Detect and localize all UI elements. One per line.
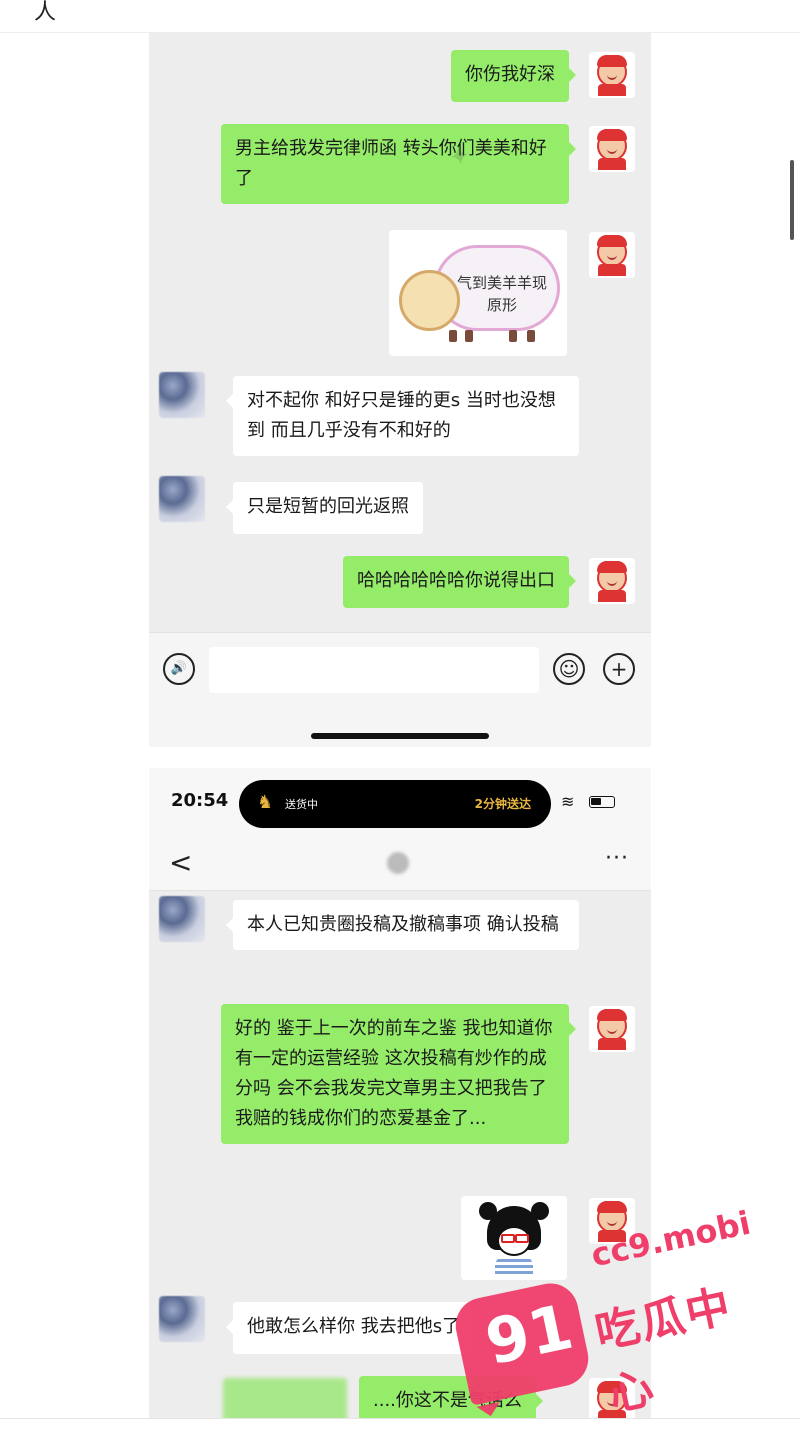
chat-title-avatar	[387, 852, 409, 874]
watermark-url: cc9.mobi	[587, 1203, 754, 1275]
message-text: 他敢怎么样你 我去把他s了	[247, 1316, 461, 1337]
message-text: 男主给我发完律师函 转头你们美美和好了	[235, 138, 547, 189]
top-bar: 人	[0, 0, 800, 33]
my-avatar[interactable]	[589, 52, 635, 98]
message-text: 你伤我好深	[465, 64, 555, 85]
message-text: 好的 鉴于上一次的前车之鉴 我也知道你有一定的运营经验 这次投稿有炒作的成分吗 …	[235, 1018, 553, 1129]
battery-icon	[589, 796, 615, 808]
message-bubble-received[interactable]: 只是短暂的回光返照	[226, 482, 423, 534]
message-bubble-received[interactable]: 本人已知贵圈投稿及撤稿事项 确认投稿	[226, 900, 579, 950]
contact-avatar[interactable]	[159, 1296, 205, 1342]
message-bubble-sent[interactable]: 你伤我好深	[451, 50, 576, 102]
message-text: 本人已知贵圈投稿及撤稿事项 确认投稿	[247, 914, 559, 935]
divider	[0, 1418, 800, 1419]
top-glyph: 人	[34, 0, 57, 25]
status-time: 20:54	[171, 790, 229, 811]
contact-avatar[interactable]	[159, 896, 205, 942]
wifi-icon: ≋	[561, 792, 575, 811]
watermark-label: 吃瓜中心	[590, 1280, 737, 1422]
contact-avatar[interactable]	[159, 372, 205, 418]
plus-icon[interactable]: +	[603, 653, 635, 685]
message-bubble-received[interactable]: 他敢怎么样你 我去把他s了	[225, 1302, 475, 1354]
delivery-status: 送货中	[285, 798, 318, 811]
dynamic-island[interactable]: ♞ 送货中 2分钟送达	[239, 780, 551, 828]
voice-icon[interactable]: 🔊	[163, 653, 195, 685]
delivery-icon: ♞	[257, 792, 274, 813]
message-text: 哈哈哈哈哈哈你说得出口	[357, 570, 555, 591]
back-icon[interactable]: <	[169, 846, 192, 879]
status-bar: 20:54 ♞ 送货中 2分钟送达 ≋	[149, 768, 651, 838]
message-bubble-sent[interactable]: 好的 鉴于上一次的前车之鉴 我也知道你有一定的运营经验 这次投稿有炒作的成分吗 …	[221, 1004, 576, 1144]
my-avatar[interactable]	[589, 232, 635, 278]
watermark: 91 cc9.mobi 吃瓜中心	[450, 1204, 782, 1422]
chat-nav-bar: < ···	[149, 838, 651, 891]
message-input[interactable]	[209, 647, 539, 693]
message-text: 对不起你 和好只是锤的更s 当时也没想到 而且几乎没有不和好的	[247, 390, 556, 441]
chat-screenshot-1: 你伤我好深 男主给我发完律师函 转头你们美美和好了 ✦ 气到美羊羊现原形 对不起…	[149, 32, 651, 747]
chat-input-bar: 🔊 ☺ +	[149, 632, 651, 747]
my-avatar[interactable]	[589, 1006, 635, 1052]
more-icon[interactable]: ···	[605, 846, 629, 871]
message-text: 只是短暂的回光返照	[247, 496, 409, 517]
my-avatar[interactable]	[589, 126, 635, 172]
message-bubble-sent[interactable]: 哈哈哈哈哈哈你说得出口	[343, 556, 576, 608]
message-bubble-sent[interactable]: 男主给我发完律师函 转头你们美美和好了	[221, 124, 576, 204]
delivery-eta: 2分钟送达	[474, 797, 531, 811]
contact-avatar[interactable]	[159, 476, 205, 522]
sheep-head-shape	[399, 270, 460, 331]
my-avatar[interactable]	[589, 558, 635, 604]
sticker-caption: 气到美羊羊现原形	[457, 274, 548, 314]
message-bubble-received[interactable]: 对不起你 和好只是锤的更s 当时也没想到 而且几乎没有不和好的	[226, 376, 579, 456]
sheep-sticker[interactable]: 气到美羊羊现原形	[389, 230, 567, 356]
page-scrollbar[interactable]	[790, 160, 794, 240]
emoji-icon[interactable]: ☺	[553, 653, 585, 685]
home-indicator[interactable]	[311, 733, 489, 739]
blurred-message	[223, 1378, 347, 1418]
